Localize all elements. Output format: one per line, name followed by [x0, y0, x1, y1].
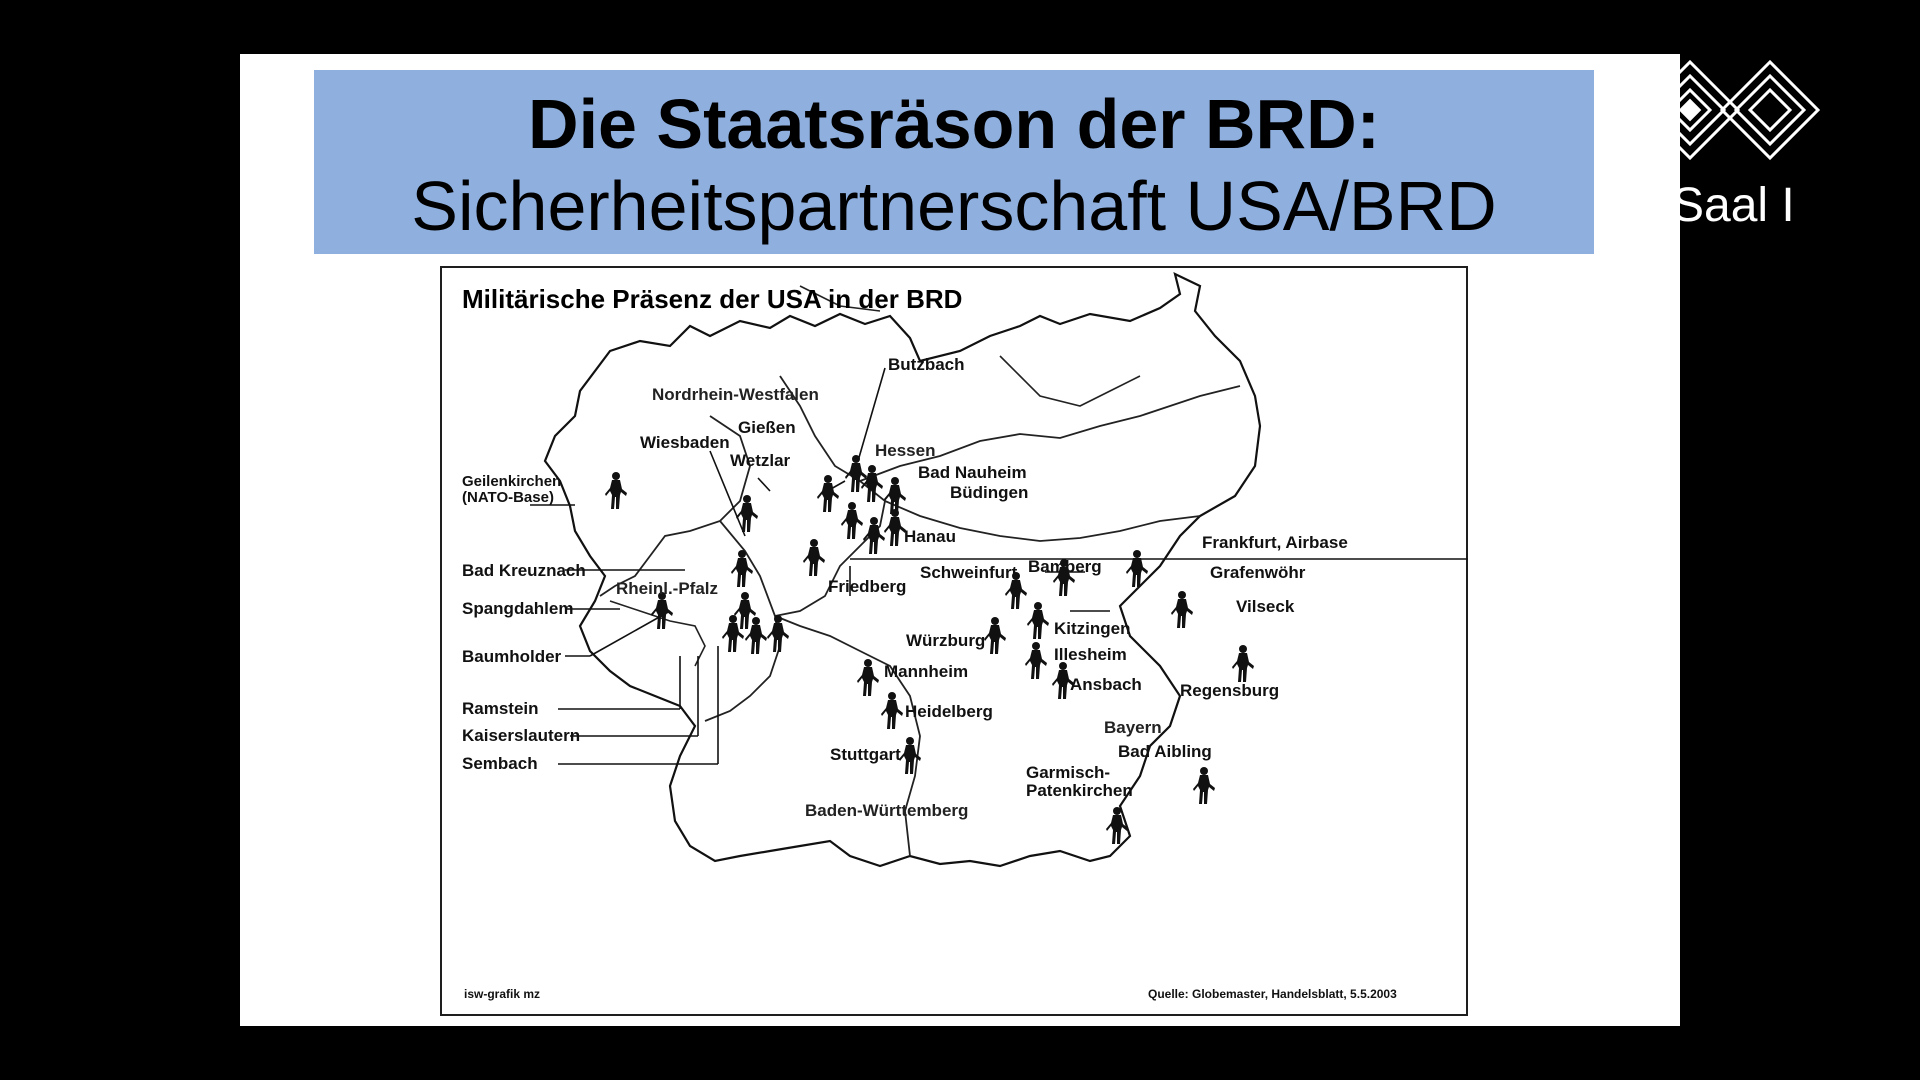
map-heading: Militärische Präsenz der USA in der BRD — [462, 284, 963, 314]
location-label: Friedberg — [828, 577, 907, 596]
location-label: Patenkirchen — [1026, 781, 1133, 800]
state-label-hessen: Hessen — [875, 441, 936, 460]
soldier-icon — [899, 737, 921, 774]
location-label: Bad Aibling — [1118, 742, 1212, 761]
state-label-bayern: Bayern — [1104, 718, 1162, 737]
location-label: Bamberg — [1028, 557, 1102, 576]
location-label: Wetzlar — [730, 451, 791, 470]
soldier-icon — [803, 539, 825, 576]
location-label: Schweinfurt — [920, 563, 1018, 582]
soldier-icon — [884, 509, 906, 546]
slide-subtitle: Sicherheitspartnerschaft USA/BRD — [411, 167, 1497, 245]
video-screen: Die Staatsräson der BRD: Sicherheitspart… — [0, 0, 1920, 1080]
location-label: Spangdahlem — [462, 599, 574, 618]
location-label: (NATO-Base) — [462, 489, 554, 506]
soldier-icon — [881, 692, 903, 729]
state-label-rlp: Rheinl.-Pfalz — [616, 579, 719, 598]
map-source: Quelle: Globemaster, Handelsblatt, 5.5.2… — [1148, 987, 1397, 1001]
slide-title: Die Staatsräson der BRD: — [528, 85, 1380, 163]
soldier-icon — [1193, 767, 1215, 804]
cube-logo-icon — [1639, 59, 1821, 161]
map-figure: Militärische Präsenz der USA in der BRD … — [440, 266, 1468, 1016]
state-label-nrw: Nordrhein-Westfalen — [652, 385, 819, 404]
soldier-icon — [605, 472, 627, 509]
presentation-slide: Die Staatsräson der BRD: Sicherheitspart… — [240, 54, 1680, 1026]
location-label: Mannheim — [884, 662, 969, 681]
location-label: Stuttgart — [830, 745, 901, 764]
soldier-icon — [1171, 591, 1193, 628]
soldier-icon — [984, 617, 1006, 654]
location-label: Regensburg — [1180, 681, 1280, 700]
location-label: Heidelberg — [905, 702, 993, 721]
location-label: Kaiserslautern — [462, 726, 581, 745]
soldier-icon — [734, 592, 756, 629]
soldier-icon — [1027, 602, 1049, 639]
location-label: Würzburg — [906, 631, 986, 650]
soldier-icon — [857, 659, 879, 696]
location-label: Ansbach — [1070, 675, 1142, 694]
location-label: Garmisch- — [1026, 763, 1111, 782]
soldier-icon — [1232, 645, 1254, 682]
soldier-icon — [817, 475, 839, 512]
soldier-icon — [841, 502, 863, 539]
location-label: Wiesbaden — [640, 433, 730, 452]
location-label: Bad Kreuznach — [462, 561, 586, 580]
location-label: Kitzingen — [1054, 619, 1131, 638]
location-label: Sembach — [462, 754, 538, 773]
location-label: Vilseck — [1236, 597, 1295, 616]
soldier-icon — [1106, 807, 1128, 844]
state-label-bw: Baden-Württemberg — [805, 801, 969, 820]
soldier-icon — [863, 517, 885, 554]
logo-text: Saal I — [1672, 179, 1795, 232]
location-label: Illesheim — [1054, 645, 1127, 664]
location-label: Gießen — [738, 418, 796, 437]
location-label: Grafenwöhr — [1210, 563, 1306, 582]
location-label: Büdingen — [950, 483, 1029, 502]
location-label: Bad Nauheim — [918, 463, 1027, 482]
location-label: Hanau — [904, 527, 956, 546]
location-label: Baumholder — [462, 647, 562, 666]
location-label: Butzbach — [888, 355, 965, 374]
map-credit: isw-grafik mz — [464, 987, 541, 1001]
slide-title-box: Die Staatsräson der BRD: Sicherheitspart… — [314, 70, 1594, 254]
location-label: Ramstein — [462, 699, 539, 718]
soldier-icon — [731, 550, 753, 587]
location-label: Geilenkirchen — [462, 473, 562, 490]
soldier-icon — [1025, 642, 1047, 679]
location-label: Frankfurt, Airbase — [1202, 533, 1348, 552]
